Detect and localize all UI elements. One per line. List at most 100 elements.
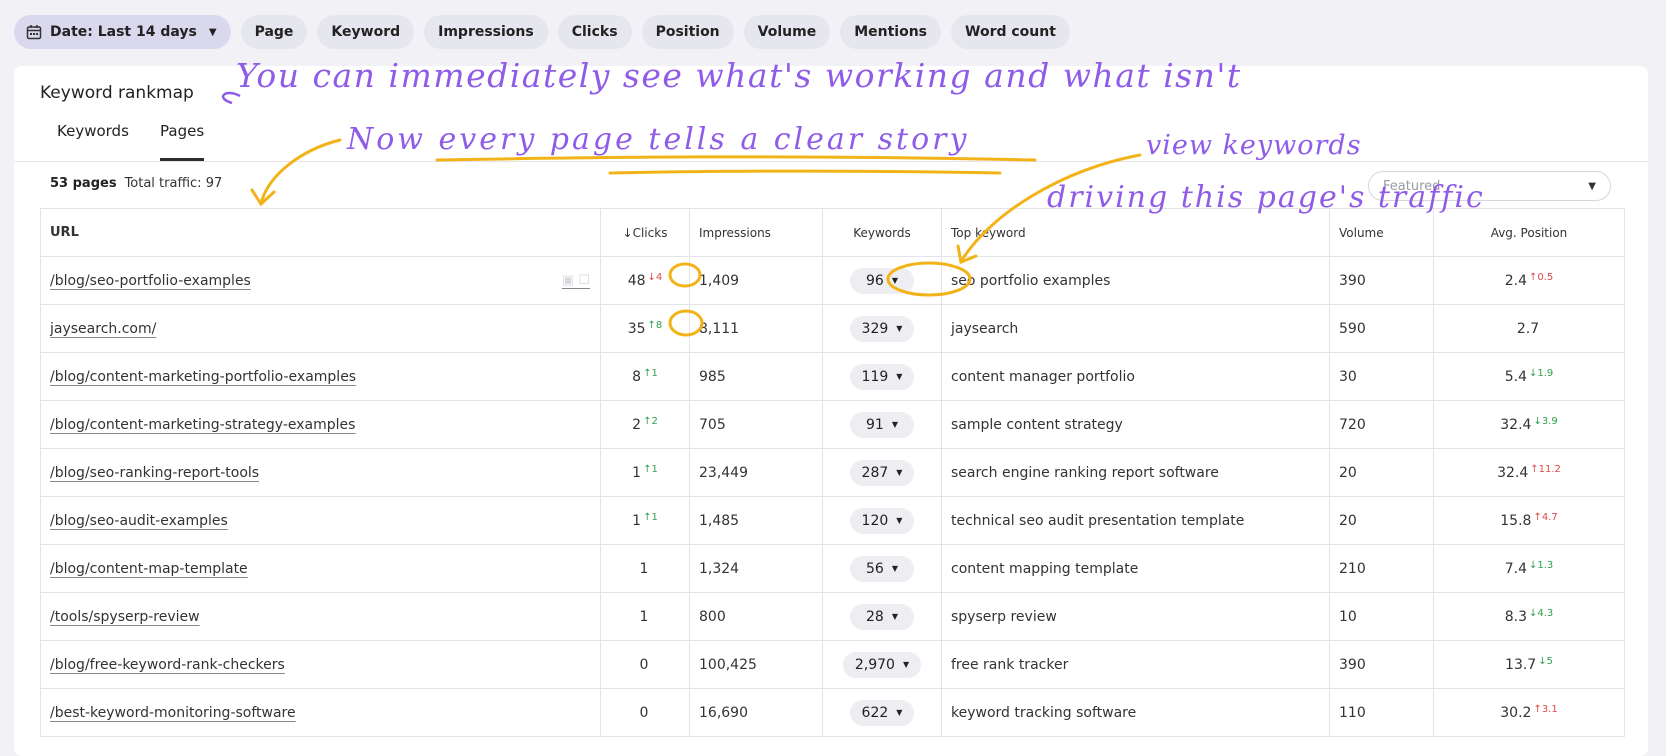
page-url-link[interactable]: jaysearch.com/ [50, 321, 156, 337]
cell-url: /blog/content-map-template [40, 544, 601, 593]
table-row[interactable]: /blog/content-marketing-portfolio-exampl… [40, 352, 1625, 401]
keywords-dropdown[interactable]: 287 ▼ [849, 459, 915, 486]
clicks-value: 2 [632, 417, 642, 433]
table-row[interactable]: /best-keyword-monitoring-software 0 16,690… [40, 688, 1625, 737]
page-url-link[interactable]: /blog/free-keyword-rank-checkers [50, 657, 285, 673]
position-value: 13.7 [1505, 657, 1537, 673]
cell-volume: 590 [1329, 304, 1434, 353]
cell-top-keyword: sample content strategy [941, 400, 1330, 449]
cell-clicks: 1 ↑1 [600, 496, 690, 545]
filter-chip-mentions[interactable]: Mentions [840, 15, 942, 49]
chevron-down-icon: ▼ [896, 468, 903, 477]
cell-impressions: 705 [689, 400, 823, 449]
column-header-url[interactable]: URL [40, 208, 601, 257]
summary: 53 pages Total traffic: 97 [50, 176, 222, 191]
clicks-delta: ↓4 [647, 272, 663, 283]
position-delta: ↓4.3 [1528, 608, 1554, 619]
table-row[interactable]: /blog/free-keyword-rank-checkers 0 100,425… [40, 640, 1625, 689]
chevron-down-icon: ▼ [208, 26, 217, 38]
page-url-link[interactable]: /blog/content-marketing-strategy-example… [50, 417, 355, 433]
position-delta: ↑3.1 [1533, 704, 1558, 715]
cell-avg-position: 7.4 ↓1.3 [1433, 544, 1625, 593]
page-url-link[interactable]: /blog/seo-portfolio-examples [50, 273, 251, 289]
cell-url: /blog/content-marketing-strategy-example… [40, 400, 601, 449]
position-value: 32.4 [1500, 417, 1532, 433]
column-header-clicks[interactable]: ↓Clicks [600, 208, 690, 257]
pages-table: URL ↓Clicks Impressions Keywords Top key… [40, 208, 1625, 737]
keywords-count: 96 [866, 272, 884, 289]
chevron-down-icon: ▼ [891, 612, 898, 621]
cell-keywords: 622 ▼ [822, 688, 942, 737]
clicks-value: 1 [632, 465, 642, 481]
table-row[interactable]: /blog/content-marketing-strategy-example… [40, 400, 1625, 449]
page-url-link[interactable]: /blog/seo-audit-examples [50, 513, 228, 529]
cell-keywords: 28 ▼ [822, 592, 942, 641]
keywords-dropdown[interactable]: 2,970 ▼ [842, 651, 922, 678]
position-value: 5.4 [1504, 369, 1527, 385]
keywords-dropdown[interactable]: 120 ▼ [849, 507, 915, 534]
page-url-link[interactable]: /best-keyword-monitoring-software [50, 705, 296, 721]
filter-chip-impressions[interactable]: Impressions [424, 15, 548, 49]
column-header-volume[interactable]: Volume [1329, 208, 1434, 257]
page-url-link[interactable]: /tools/spyserp-review [50, 609, 200, 625]
page-url-link[interactable]: /blog/seo-ranking-report-tools [50, 465, 259, 481]
cell-volume: 30 [1329, 352, 1434, 401]
cell-clicks: 48 ↓4 [600, 256, 690, 305]
column-header-impressions[interactable]: Impressions [689, 208, 823, 257]
keywords-dropdown[interactable]: 28 ▼ [850, 603, 914, 630]
filter-chip-word-count[interactable]: Word count [951, 15, 1070, 49]
table-row[interactable]: /tools/spyserp-review 1 800 28 ▼ spyserp revi… [40, 592, 1625, 641]
column-header-keywords[interactable]: Keywords [822, 208, 942, 257]
cell-keywords: 56 ▼ [822, 544, 942, 593]
table-row[interactable]: /blog/seo-ranking-report-tools 1 ↑1 23,449 2… [40, 448, 1625, 497]
position-delta: ↓5 [1538, 656, 1553, 667]
cell-top-keyword: free rank tracker [941, 640, 1330, 689]
position-delta: ↑0.5 [1528, 272, 1554, 283]
cell-volume: 720 [1329, 400, 1434, 449]
cell-top-keyword: technical seo audit presentation templat… [941, 496, 1330, 545]
cell-avg-position: 5.4 ↓1.9 [1433, 352, 1625, 401]
cell-volume: 10 [1329, 592, 1434, 641]
cell-url: /blog/seo-portfolio-examples ▣ ☐ [40, 256, 601, 305]
keywords-dropdown[interactable]: 96 ▼ [850, 267, 914, 294]
position-delta: ↑11.2 [1530, 464, 1561, 475]
filter-chip-volume[interactable]: Volume [743, 15, 831, 49]
filter-chip-keyword[interactable]: Keyword [317, 15, 415, 49]
row-action-icons[interactable]: ▣ ☐ [562, 273, 590, 288]
tab-keywords[interactable]: Keywords [57, 122, 129, 140]
table-row[interactable]: /blog/seo-portfolio-examples ▣ ☐ 48 ↓4 1,409… [40, 256, 1625, 305]
cell-avg-position: 32.4 ↑11.2 [1433, 448, 1625, 497]
cell-clicks: 2 ↑2 [600, 400, 690, 449]
cell-keywords: 119 ▼ [822, 352, 942, 401]
table-row[interactable]: jaysearch.com/35 ↑8 8,111 329 ▼ jaysearch 590 2… [40, 304, 1625, 353]
page-url-link[interactable]: /blog/content-map-template [50, 561, 248, 577]
table-row[interactable]: /blog/content-map-template 1 1,324 56 ▼ conte… [40, 544, 1625, 593]
cell-top-keyword: jaysearch [941, 304, 1330, 353]
tab-pages[interactable]: Pages [160, 122, 205, 161]
cell-clicks: 1 [600, 592, 690, 641]
column-header-top-keyword[interactable]: Top keyword [941, 208, 1330, 257]
clicks-delta: ↑2 [643, 416, 658, 427]
table-row[interactable]: /blog/seo-audit-examples 1 ↑1 1,485 120 ▼ tech… [40, 496, 1625, 545]
cell-top-keyword: keyword tracking software [941, 688, 1330, 737]
keywords-dropdown[interactable]: 91 ▼ [850, 411, 914, 438]
column-header-avg-position[interactable]: Avg. Position [1433, 208, 1625, 257]
keywords-dropdown[interactable]: 622 ▼ [849, 699, 915, 726]
rankmap-card: Keyword rankmap Keywords Pages 53 pages … [14, 66, 1648, 756]
keywords-dropdown[interactable]: 56 ▼ [850, 555, 914, 582]
cell-clicks: 0 [600, 640, 690, 689]
date-filter-label: Date: Last 14 days [50, 24, 197, 40]
filter-chip-page[interactable]: Page [240, 15, 308, 49]
keywords-dropdown[interactable]: 119 ▼ [849, 363, 915, 390]
clicks-value: 0 [639, 705, 649, 721]
cell-avg-position: 32.4 ↓3.9 [1433, 400, 1625, 449]
cell-clicks: 35 ↑8 [600, 304, 690, 353]
filter-chip-clicks[interactable]: Clicks [557, 15, 632, 49]
page-url-link[interactable]: /blog/content-marketing-portfolio-exampl… [50, 369, 356, 385]
date-filter-chip[interactable]: Date: Last 14 days ▼ [14, 15, 231, 49]
keywords-dropdown[interactable]: 329 ▼ [849, 315, 915, 342]
filter-chip-position[interactable]: Position [641, 15, 734, 49]
cell-volume: 20 [1329, 448, 1434, 497]
cell-impressions: 1,409 [689, 256, 823, 305]
position-value: 2.4 [1504, 273, 1527, 289]
